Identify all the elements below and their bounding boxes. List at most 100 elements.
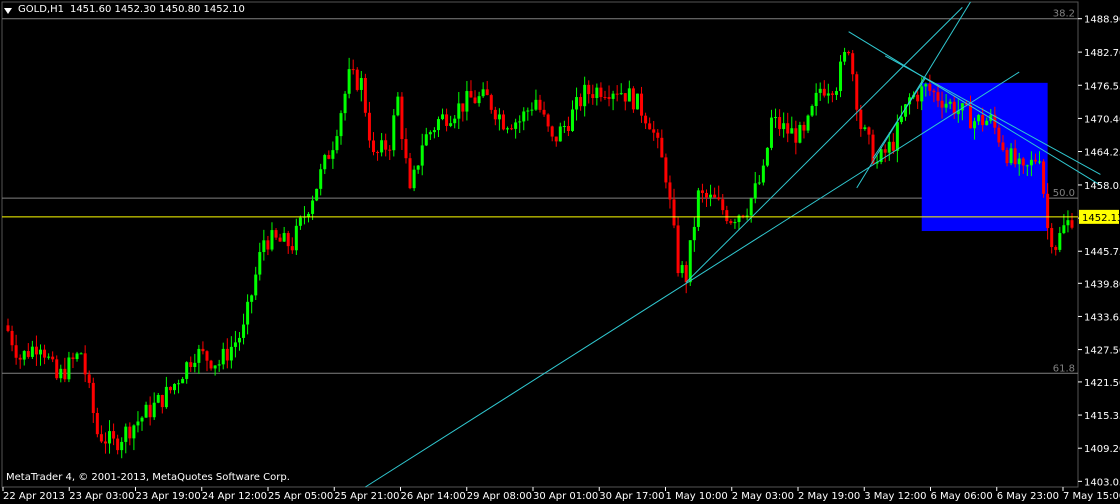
price-chart[interactable]: 38.2 50.0 61.8 1488.90 1482.70 1476.55 1470.4… (0, 0, 1120, 504)
x-tick-label: 25 Apr 05:00 (268, 491, 333, 502)
x-tick-label: 29 Apr 08:00 (467, 491, 532, 502)
candle-body (1046, 193, 1050, 229)
candle-body (164, 386, 168, 408)
candle-body (128, 426, 132, 439)
candle-body (802, 124, 806, 131)
current-price-label: 1452.13 (1082, 213, 1120, 224)
candle-body (189, 362, 193, 367)
candle-body (136, 421, 140, 426)
candle-body (1029, 159, 1033, 166)
candle-body (335, 136, 339, 151)
candle-body (201, 348, 205, 352)
candle-body (83, 353, 87, 375)
candle-body (830, 93, 834, 95)
candle-body (453, 118, 457, 124)
candle-body (920, 86, 924, 102)
candle-body (363, 78, 367, 113)
candle-body (347, 69, 351, 94)
chart-header: GOLD,H1 1451.60 1452.30 1450.80 1452.10 (4, 4, 245, 15)
candle-body (181, 378, 185, 384)
candle-body (30, 346, 34, 357)
candle-body (753, 183, 757, 199)
candle-body (156, 394, 160, 403)
candle-body (713, 194, 717, 198)
candle-body (282, 233, 286, 242)
candle-body (95, 412, 99, 435)
candle-body (91, 382, 95, 413)
candle-body (485, 89, 489, 96)
candle-body (514, 122, 518, 129)
candle-body (839, 61, 843, 92)
copyright-text: MetaTrader 4, © 2001-2013, MetaQuotes So… (6, 472, 290, 483)
candle-body (26, 351, 30, 357)
candle-body (749, 198, 753, 216)
candle-body (891, 141, 895, 151)
candle-body (859, 109, 863, 130)
candle-body (546, 114, 550, 127)
candle-body (229, 346, 233, 361)
candle-body (1005, 150, 1009, 164)
candle-body (684, 265, 688, 283)
candle-body (757, 182, 761, 184)
candle-body (558, 126, 562, 142)
candle-body (217, 364, 221, 366)
candle-body (55, 359, 59, 379)
chevron-down-icon[interactable] (4, 7, 12, 14)
candle-body (1013, 148, 1017, 165)
candle-body (465, 91, 469, 112)
candle-body (173, 383, 177, 391)
candle-body (595, 87, 599, 99)
candle-body (660, 137, 664, 158)
candle-body (140, 417, 144, 422)
trendlines (365, 1, 1101, 488)
candle-body (343, 93, 347, 114)
candle-body (250, 295, 254, 302)
candle-body (469, 91, 473, 98)
x-tick-label: 30 Apr 17:00 (599, 491, 664, 502)
candle-body (530, 109, 534, 111)
candle-body (977, 115, 981, 122)
candle-body (648, 123, 652, 130)
candle-body (928, 84, 932, 91)
candle-body (286, 233, 290, 247)
x-tick-label: 3 May 12:00 (864, 491, 926, 502)
candle-body (591, 94, 595, 99)
candle-body (367, 112, 371, 141)
candle-body (1033, 159, 1037, 162)
candle-body (428, 132, 432, 135)
x-tick-label: 2 May 03:00 (732, 491, 794, 502)
candle-body (144, 404, 148, 418)
candle-body (489, 95, 493, 110)
candle-body (408, 158, 412, 189)
candle-body (152, 402, 156, 418)
candle-body (518, 121, 522, 123)
candle-body (323, 155, 327, 170)
candle-body (242, 324, 246, 338)
candle-body (603, 97, 607, 99)
candle-body (246, 301, 250, 325)
y-tick-label: 1464.25 (1084, 148, 1120, 159)
x-tick-label: 23 Apr 19:00 (136, 491, 201, 502)
candle-body (599, 87, 603, 98)
candle-body (607, 97, 611, 99)
candle-body (786, 123, 790, 134)
candle-body (376, 152, 380, 154)
x-tick-label: 25 Apr 21:00 (334, 491, 399, 502)
candle-body (307, 213, 311, 217)
candle-body (473, 97, 477, 104)
x-tick-label: 26 Apr 14:00 (401, 491, 466, 502)
candle-body (883, 149, 887, 153)
candle-body (1017, 158, 1021, 165)
candle-body (611, 93, 615, 99)
ohlc-values: 1451.60 1452.30 1450.80 1452.10 (69, 4, 245, 15)
candle-body (587, 84, 591, 95)
candle-body (526, 110, 530, 112)
candle-body (75, 353, 79, 360)
candle-body (501, 114, 505, 130)
candle-body (985, 120, 989, 126)
y-tick-label: 1458.05 (1084, 181, 1120, 192)
candle-body (1025, 165, 1029, 167)
candle-body (14, 345, 18, 358)
candle-body (782, 123, 786, 130)
candle-body (680, 265, 684, 274)
